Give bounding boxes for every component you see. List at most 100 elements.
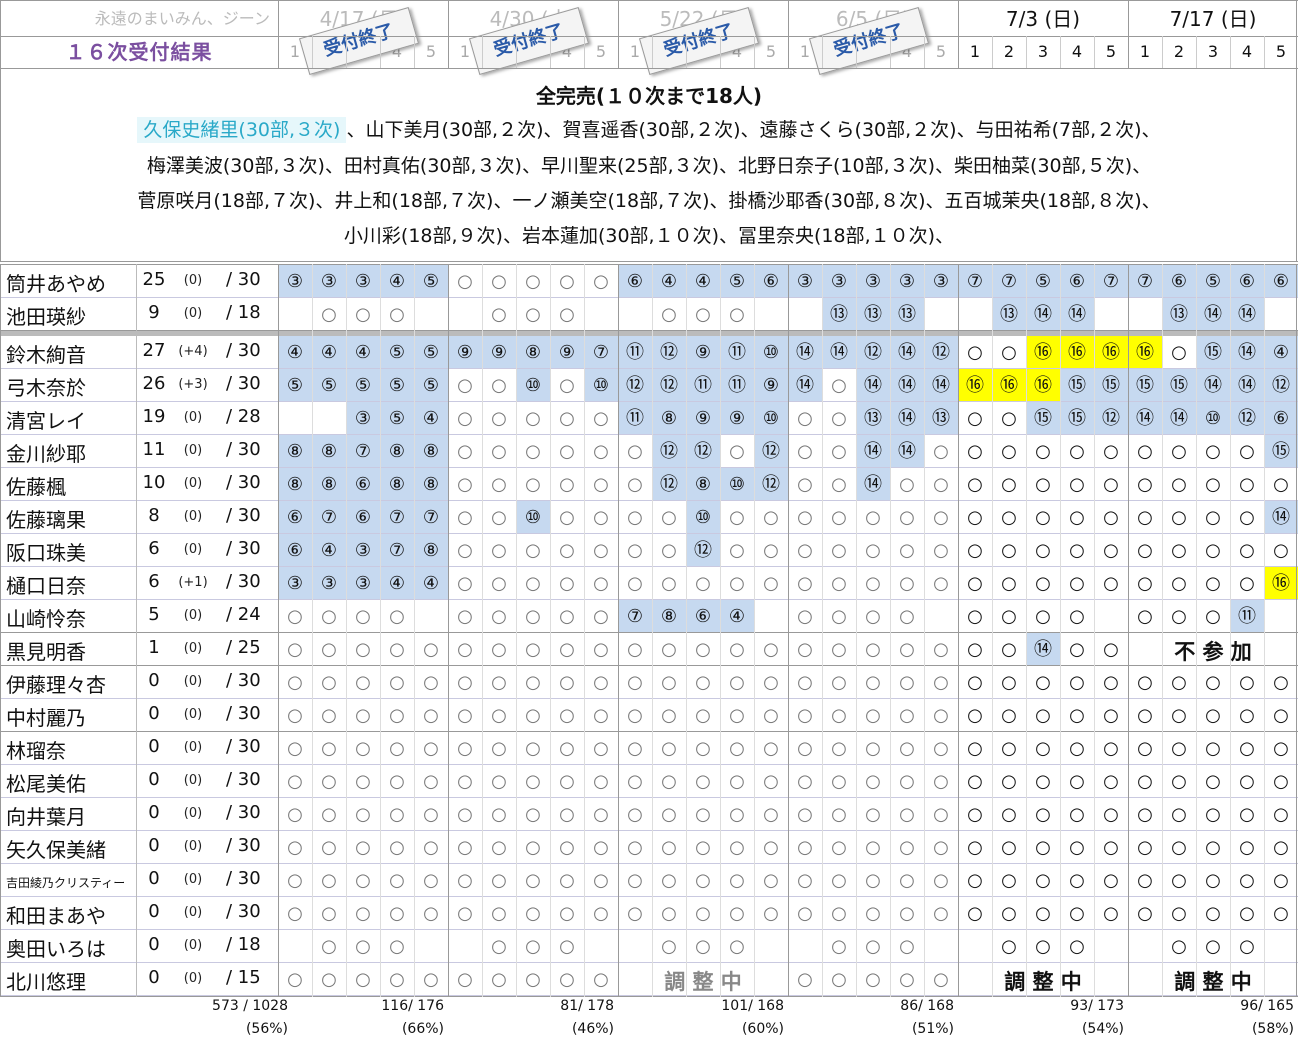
- slot-open: ○: [627, 705, 643, 726]
- slot-open: ○: [627, 837, 643, 858]
- slot-open: ○: [355, 969, 371, 990]
- slot-open: ○: [729, 705, 745, 726]
- grid-line: [0, 665, 1298, 666]
- soldout-line-3: 菅原咲月(18部,７次)、井上和(18部,７次)、一ノ瀬美空(18部,７次)、掛…: [137, 190, 1161, 212]
- grid-line: [0, 500, 1298, 501]
- slot-open: ○: [1239, 672, 1255, 693]
- slot-number: 2: [1003, 42, 1015, 61]
- slot-open: ○: [491, 870, 507, 891]
- slot-open: ○: [899, 639, 915, 660]
- slot-open: ○: [763, 672, 779, 693]
- slot-open: ○: [899, 474, 915, 495]
- slot-open: ○: [865, 738, 881, 759]
- slot-taken: ⑤: [346, 369, 380, 402]
- slot-open: ○: [1001, 870, 1017, 891]
- total-count: / 25: [226, 637, 261, 658]
- grid-line: [0, 368, 1298, 369]
- slot-taken: ⑨: [448, 336, 482, 369]
- status-banner: 調 整 中: [1174, 970, 1252, 994]
- slot-taken: ⑮: [1026, 402, 1060, 435]
- slot-open: ○: [559, 441, 575, 462]
- total-ratio: 573 / 1028: [212, 998, 288, 1014]
- slot-open: ○: [865, 837, 881, 858]
- grid-line: [0, 599, 1298, 600]
- slot-open: ○: [831, 837, 847, 858]
- status-banner: 調 整 中: [1004, 970, 1082, 994]
- grid-line: [890, 36, 891, 68]
- delta-count: (+3): [178, 377, 208, 392]
- member-name: 池田瑛紗: [6, 305, 86, 329]
- slot-open: ○: [1001, 837, 1017, 858]
- slot-open: ○: [525, 639, 541, 660]
- slot-open: ○: [1035, 705, 1051, 726]
- slot-open: ○: [661, 738, 677, 759]
- slot-open: ○: [491, 507, 507, 528]
- ticket-count: 0: [148, 835, 160, 856]
- slot-open: ○: [355, 771, 371, 792]
- slot-open: ○: [389, 672, 405, 693]
- slot-open: ○: [491, 672, 507, 693]
- slot-open: ○: [1137, 837, 1153, 858]
- slot-new: ⑯: [958, 369, 992, 402]
- slot-open: ○: [457, 271, 473, 292]
- soldout-title: 全完売(１０次まで18人): [535, 84, 763, 108]
- ticket-count: 10: [142, 472, 166, 493]
- slot-open: ○: [525, 705, 541, 726]
- slot-open: ○: [491, 606, 507, 627]
- slot-taken: ⑧: [278, 468, 312, 501]
- slot-open: ○: [1035, 672, 1051, 693]
- slot-open: ○: [1035, 540, 1051, 561]
- slot-open: ○: [729, 837, 745, 858]
- slot-open: ○: [559, 304, 575, 325]
- slot-open: ○: [1171, 540, 1187, 561]
- slot-open: ○: [1001, 738, 1017, 759]
- slot-open: ○: [1239, 573, 1255, 594]
- slot-open: ○: [661, 771, 677, 792]
- slot-open: ○: [1069, 606, 1085, 627]
- slot-open: ○: [525, 474, 541, 495]
- slot-taken: ⑤: [1026, 265, 1060, 298]
- slot-open: ○: [865, 705, 881, 726]
- delta-count: (0): [183, 410, 203, 425]
- slot-taken: ⑭: [890, 336, 924, 369]
- slot-open: ○: [593, 870, 609, 891]
- total-ratio: 116/ 176: [381, 998, 444, 1014]
- slot-open: ○: [933, 903, 949, 924]
- slot-open: ○: [627, 771, 643, 792]
- slot-open: ○: [1103, 672, 1119, 693]
- slot-taken: ⑥: [346, 501, 380, 534]
- slot-taken: ⑫: [686, 435, 720, 468]
- total-percent: (51%): [911, 1021, 954, 1037]
- slot-open: ○: [967, 540, 983, 561]
- slot-open: ○: [831, 672, 847, 693]
- slot-taken: ⑫: [652, 336, 686, 369]
- slot-open: ○: [661, 903, 677, 924]
- grid-line: [1296, 264, 1297, 997]
- slot-taken: ⑨: [720, 402, 754, 435]
- slot-open: ○: [797, 639, 813, 660]
- slot-open: ○: [525, 573, 541, 594]
- slot-open: ○: [1001, 573, 1017, 594]
- slot-open: ○: [831, 804, 847, 825]
- slot-open: ○: [1069, 936, 1085, 957]
- slot-open: ○: [1239, 507, 1255, 528]
- slot-taken: ③: [312, 567, 346, 600]
- grid-line: [0, 731, 1298, 732]
- member-name: 佐藤楓: [6, 475, 66, 499]
- ticket-count: 8: [148, 505, 160, 526]
- slot-open: ○: [525, 540, 541, 561]
- slot-open: ○: [287, 903, 303, 924]
- slot-open: ○: [1273, 672, 1289, 693]
- slot-open: ○: [661, 870, 677, 891]
- slot-open: ○: [287, 771, 303, 792]
- slot-open: ○: [1137, 705, 1153, 726]
- slot-open: ○: [933, 573, 949, 594]
- slot-open: ○: [491, 540, 507, 561]
- soldout-line-1: 久保史緒里(30部,３次) 、山下美月(30部,２次)、賀喜遥香(30部,２次)、…: [0, 114, 1298, 146]
- slot-open: ○: [355, 837, 371, 858]
- slot-taken: ⑩: [1196, 402, 1230, 435]
- slot-open: ○: [797, 705, 813, 726]
- slot-taken: ⑭: [890, 435, 924, 468]
- slot-open: ○: [1137, 804, 1153, 825]
- slot-open: ○: [525, 969, 541, 990]
